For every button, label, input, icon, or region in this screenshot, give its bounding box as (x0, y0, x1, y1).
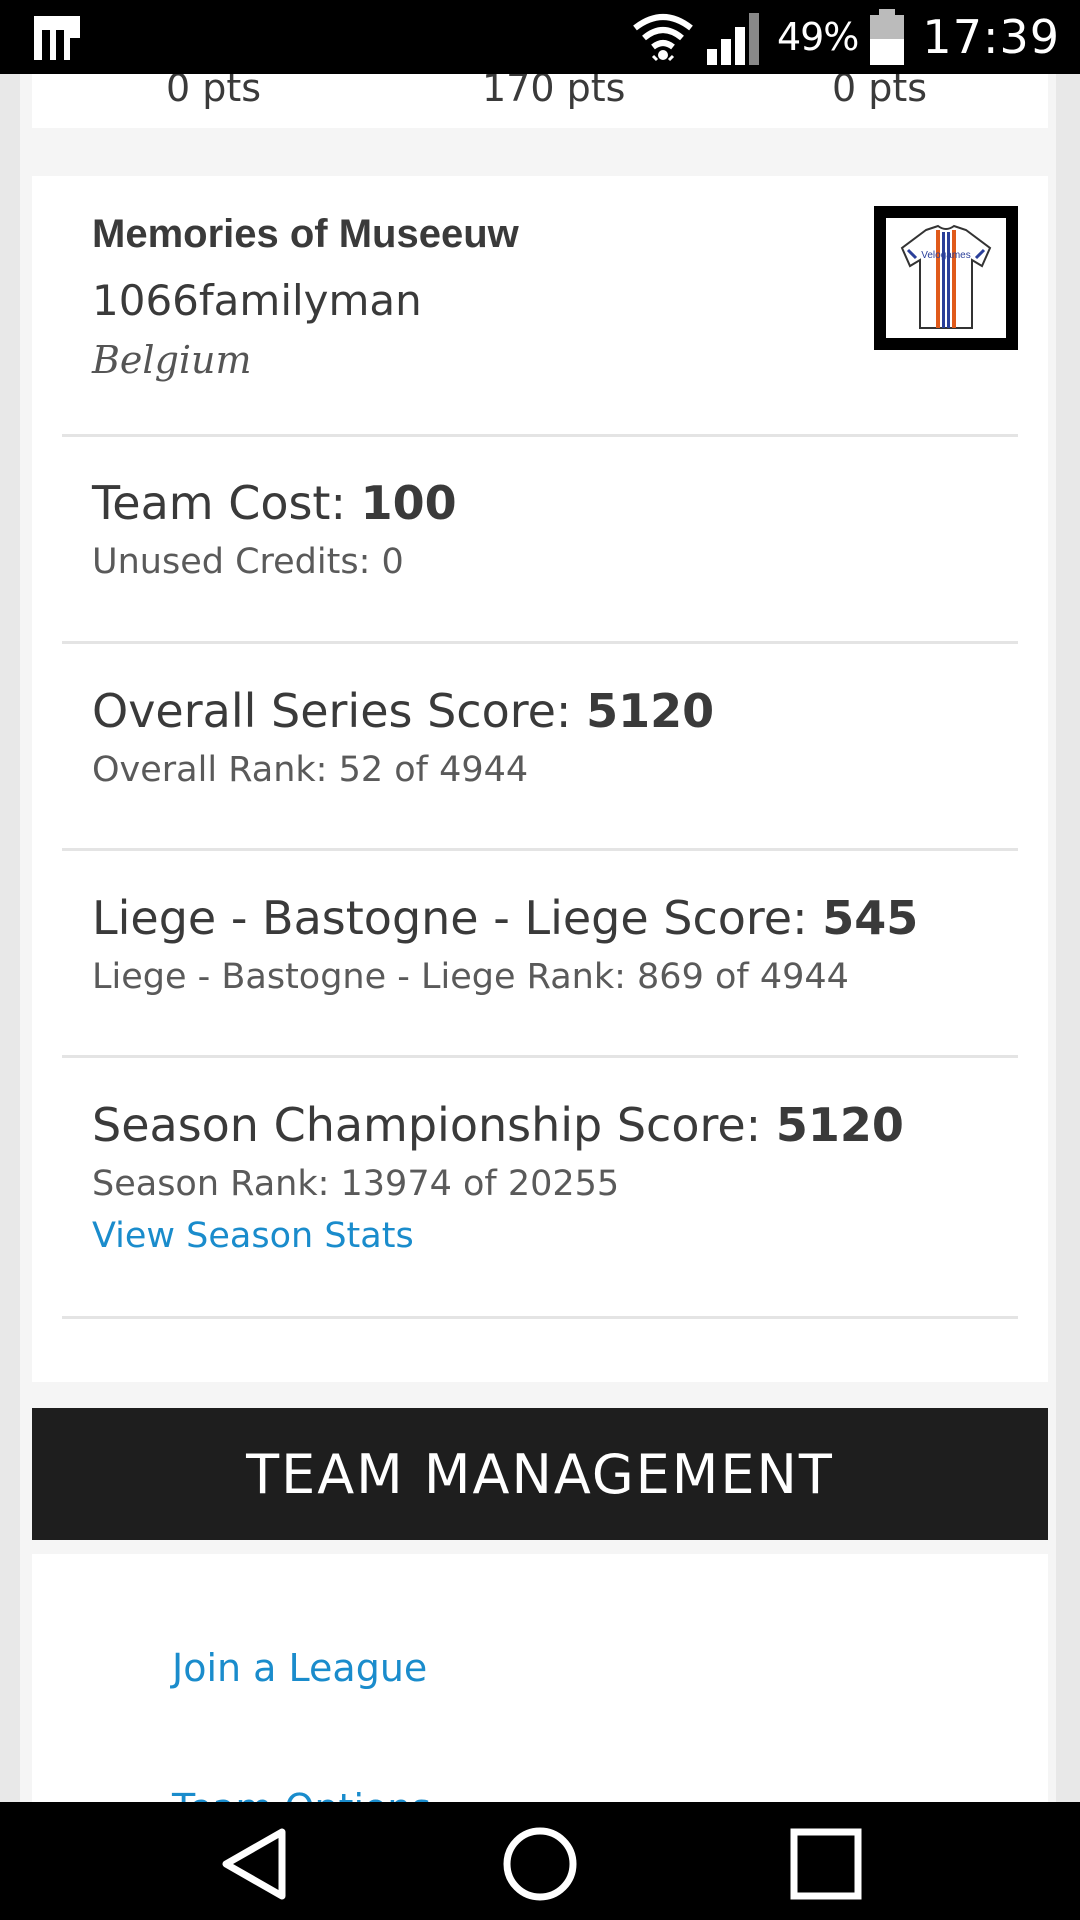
divider (62, 641, 1018, 644)
signal-icon (706, 13, 759, 65)
divider (62, 848, 1018, 851)
team-jersey-image: Velogames (874, 206, 1018, 350)
overall-rank: Overall Rank: 52 of 4944 (92, 750, 529, 790)
season-score-line: Season Championship Score: 5120 (92, 1098, 904, 1152)
team-card: Memories of Museeuw 1066familyman Belgiu… (32, 176, 1048, 1382)
status-bar: 49% 17:39 (0, 0, 1080, 74)
battery-icon (870, 9, 905, 65)
svg-text:Velogames: Velogames (921, 250, 970, 261)
battery-percent: 49% (776, 15, 859, 59)
team-options-link[interactable]: Team Options (172, 1786, 431, 1802)
clock: 17:39 (922, 10, 1060, 64)
team-username: 1066familyman (92, 276, 422, 325)
race-score-block: Liege - Bastogne - Liege Score: 545 Lieg… (92, 891, 1032, 997)
status-right-group: 49% 17:39 (631, 0, 1060, 74)
page-viewport[interactable]: 0 pts 170 pts 0 pts Memories of Museeuw … (0, 74, 1080, 1802)
team-management-card: Join a League Team Options (32, 1554, 1048, 1802)
back-icon[interactable] (214, 1824, 294, 1904)
divider (62, 1055, 1018, 1058)
jersey-icon: Velogames (900, 224, 992, 329)
overall-score-value: 5120 (586, 684, 715, 738)
app-notification-icon (34, 16, 80, 60)
team-cost-value: 100 (360, 476, 457, 530)
team-name: Memories of Museeuw (92, 212, 519, 256)
unused-credits: Unused Credits: 0 (92, 542, 404, 582)
team-cost-block: Team Cost: 100 Unused Credits: 0 (92, 476, 1032, 582)
overall-score-line: Overall Series Score: 5120 (92, 684, 715, 738)
home-icon[interactable] (500, 1824, 580, 1904)
page-sheet: 0 pts 170 pts 0 pts Memories of Museeuw … (20, 74, 1056, 1802)
view-season-stats-link[interactable]: View Season Stats (92, 1216, 414, 1256)
team-management-header: TEAM MANAGEMENT (32, 1408, 1048, 1540)
team-cost-line: Team Cost: 100 (92, 476, 457, 530)
navigation-bar (0, 1802, 1080, 1920)
race-score-line: Liege - Bastogne - Liege Score: 545 (92, 891, 919, 945)
season-score-value: 5120 (775, 1098, 904, 1152)
wifi-icon (633, 14, 693, 62)
divider (62, 434, 1018, 437)
overall-score-block: Overall Series Score: 5120 Overall Rank:… (92, 684, 1032, 790)
divider (62, 1316, 1018, 1319)
points-middle: 170 pts (482, 74, 626, 110)
season-score-block: Season Championship Score: 5120 Season R… (92, 1098, 1032, 1256)
points-card: 0 pts 170 pts 0 pts (32, 74, 1048, 128)
season-rank: Season Rank: 13974 of 20255 (92, 1164, 620, 1204)
team-country: Belgium (92, 338, 252, 382)
team-header: Memories of Museeuw 1066familyman Belgiu… (32, 176, 1048, 436)
points-right: 0 pts (832, 74, 928, 110)
recents-icon[interactable] (786, 1824, 866, 1904)
join-league-link[interactable]: Join a League (172, 1646, 427, 1690)
points-row: 0 pts 170 pts 0 pts (32, 74, 1048, 116)
race-rank: Liege - Bastogne - Liege Rank: 869 of 49… (92, 957, 849, 997)
points-left: 0 pts (166, 74, 262, 110)
race-score-value: 545 (822, 891, 919, 945)
